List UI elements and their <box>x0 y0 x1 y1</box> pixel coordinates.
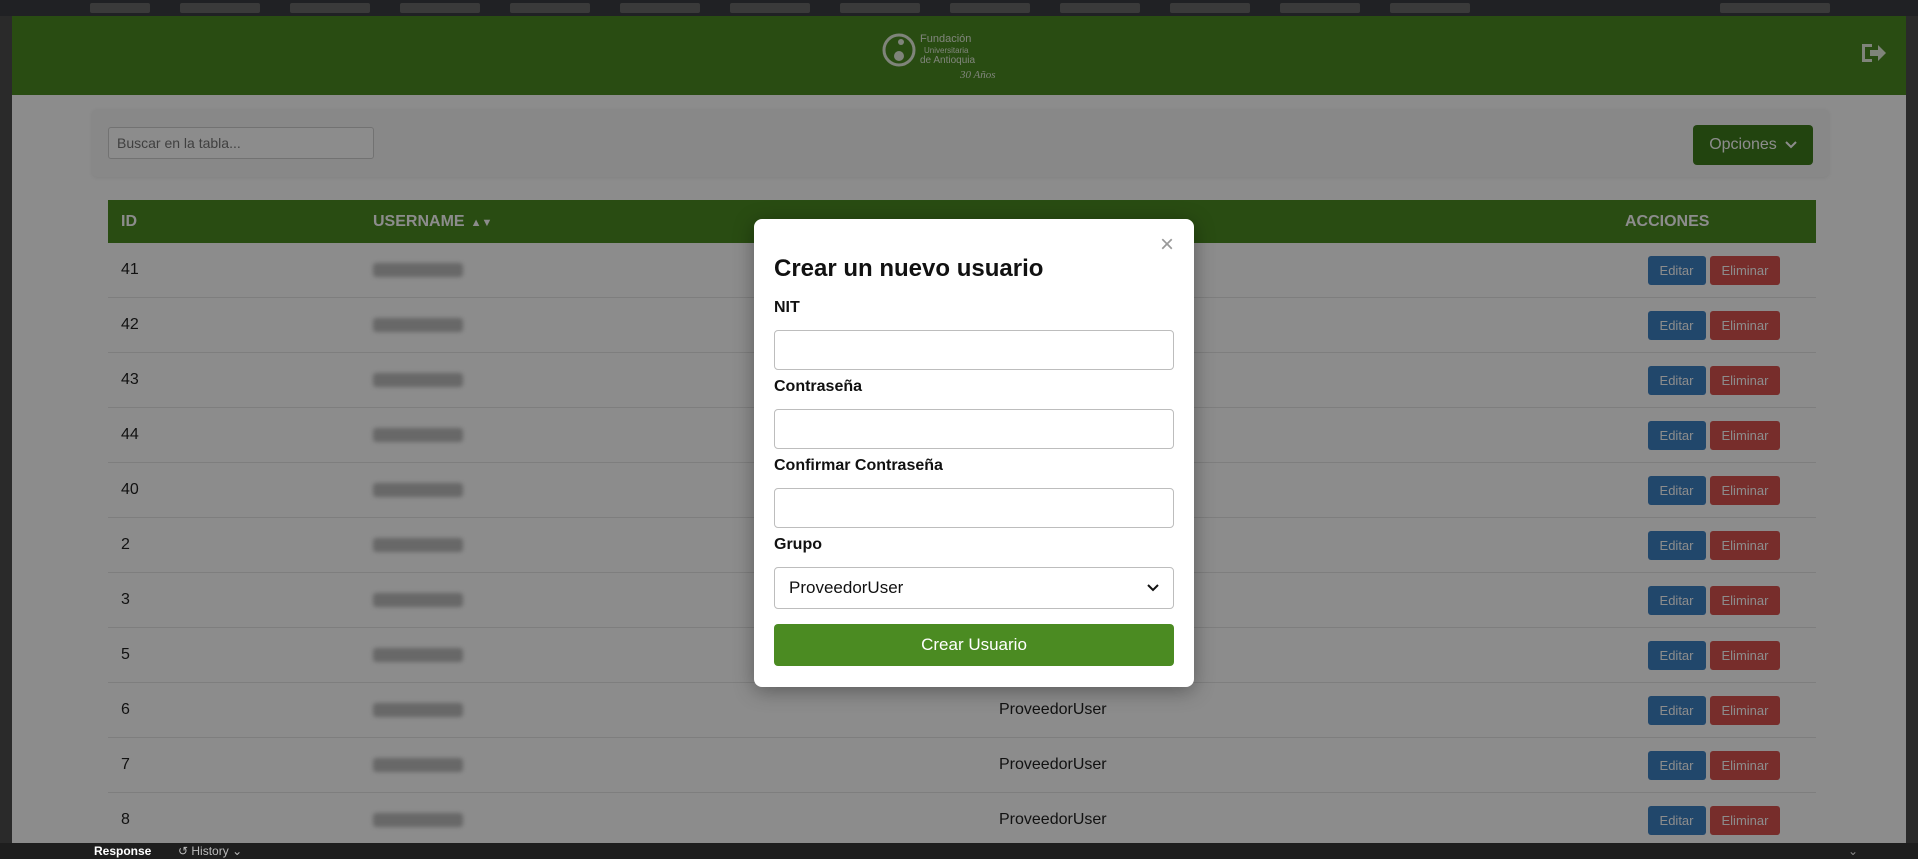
password-label: Contraseña <box>774 378 863 395</box>
devtools-right-frame <box>1906 16 1918 843</box>
devtools-left-frame <box>0 16 12 843</box>
group-label: Grupo <box>774 536 822 553</box>
browser-tab[interactable] <box>1280 3 1360 13</box>
modal-title: Crear un nuevo usuario <box>774 255 1044 282</box>
app-viewport: Fundación Universitaria de Antioquia 30 … <box>12 16 1906 843</box>
browser-tab[interactable] <box>1170 3 1250 13</box>
create-user-button[interactable]: Crear Usuario <box>774 624 1174 666</box>
confirm-password-input[interactable] <box>774 488 1174 528</box>
confirm-password-label: Confirmar Contraseña <box>774 457 943 474</box>
browser-tab-strip <box>0 0 1918 16</box>
password-input[interactable] <box>774 409 1174 449</box>
close-icon[interactable]: × <box>1160 233 1174 257</box>
browser-tab[interactable] <box>1060 3 1140 13</box>
nit-label: NIT <box>774 299 800 316</box>
browser-tab[interactable] <box>950 3 1030 13</box>
create-user-modal: × Crear un nuevo usuario NIT Contraseña … <box>754 219 1194 687</box>
browser-tab[interactable] <box>730 3 810 13</box>
browser-tab[interactable] <box>840 3 920 13</box>
browser-tab[interactable] <box>400 3 480 13</box>
nit-input[interactable] <box>774 330 1174 370</box>
response-tab[interactable]: Response <box>94 844 151 858</box>
browser-tab[interactable] <box>180 3 260 13</box>
history-tab-label: History <box>191 844 229 858</box>
browser-tab[interactable] <box>290 3 370 13</box>
browser-tab[interactable] <box>620 3 700 13</box>
browser-tab[interactable] <box>1720 3 1830 13</box>
devtools-bottom-bar: Response ↺ History ⌄ ⌄ <box>0 843 1918 859</box>
browser-tab[interactable] <box>1390 3 1470 13</box>
chevron-down-icon[interactable]: ⌄ <box>1848 844 1858 858</box>
browser-tab[interactable] <box>510 3 590 13</box>
chevron-down-icon <box>1147 584 1159 592</box>
group-select[interactable]: ProveedorUser <box>774 567 1174 609</box>
group-select-value: ProveedorUser <box>789 578 904 597</box>
history-tab[interactable]: ↺ History ⌄ <box>178 844 242 858</box>
browser-tab[interactable] <box>90 3 150 13</box>
